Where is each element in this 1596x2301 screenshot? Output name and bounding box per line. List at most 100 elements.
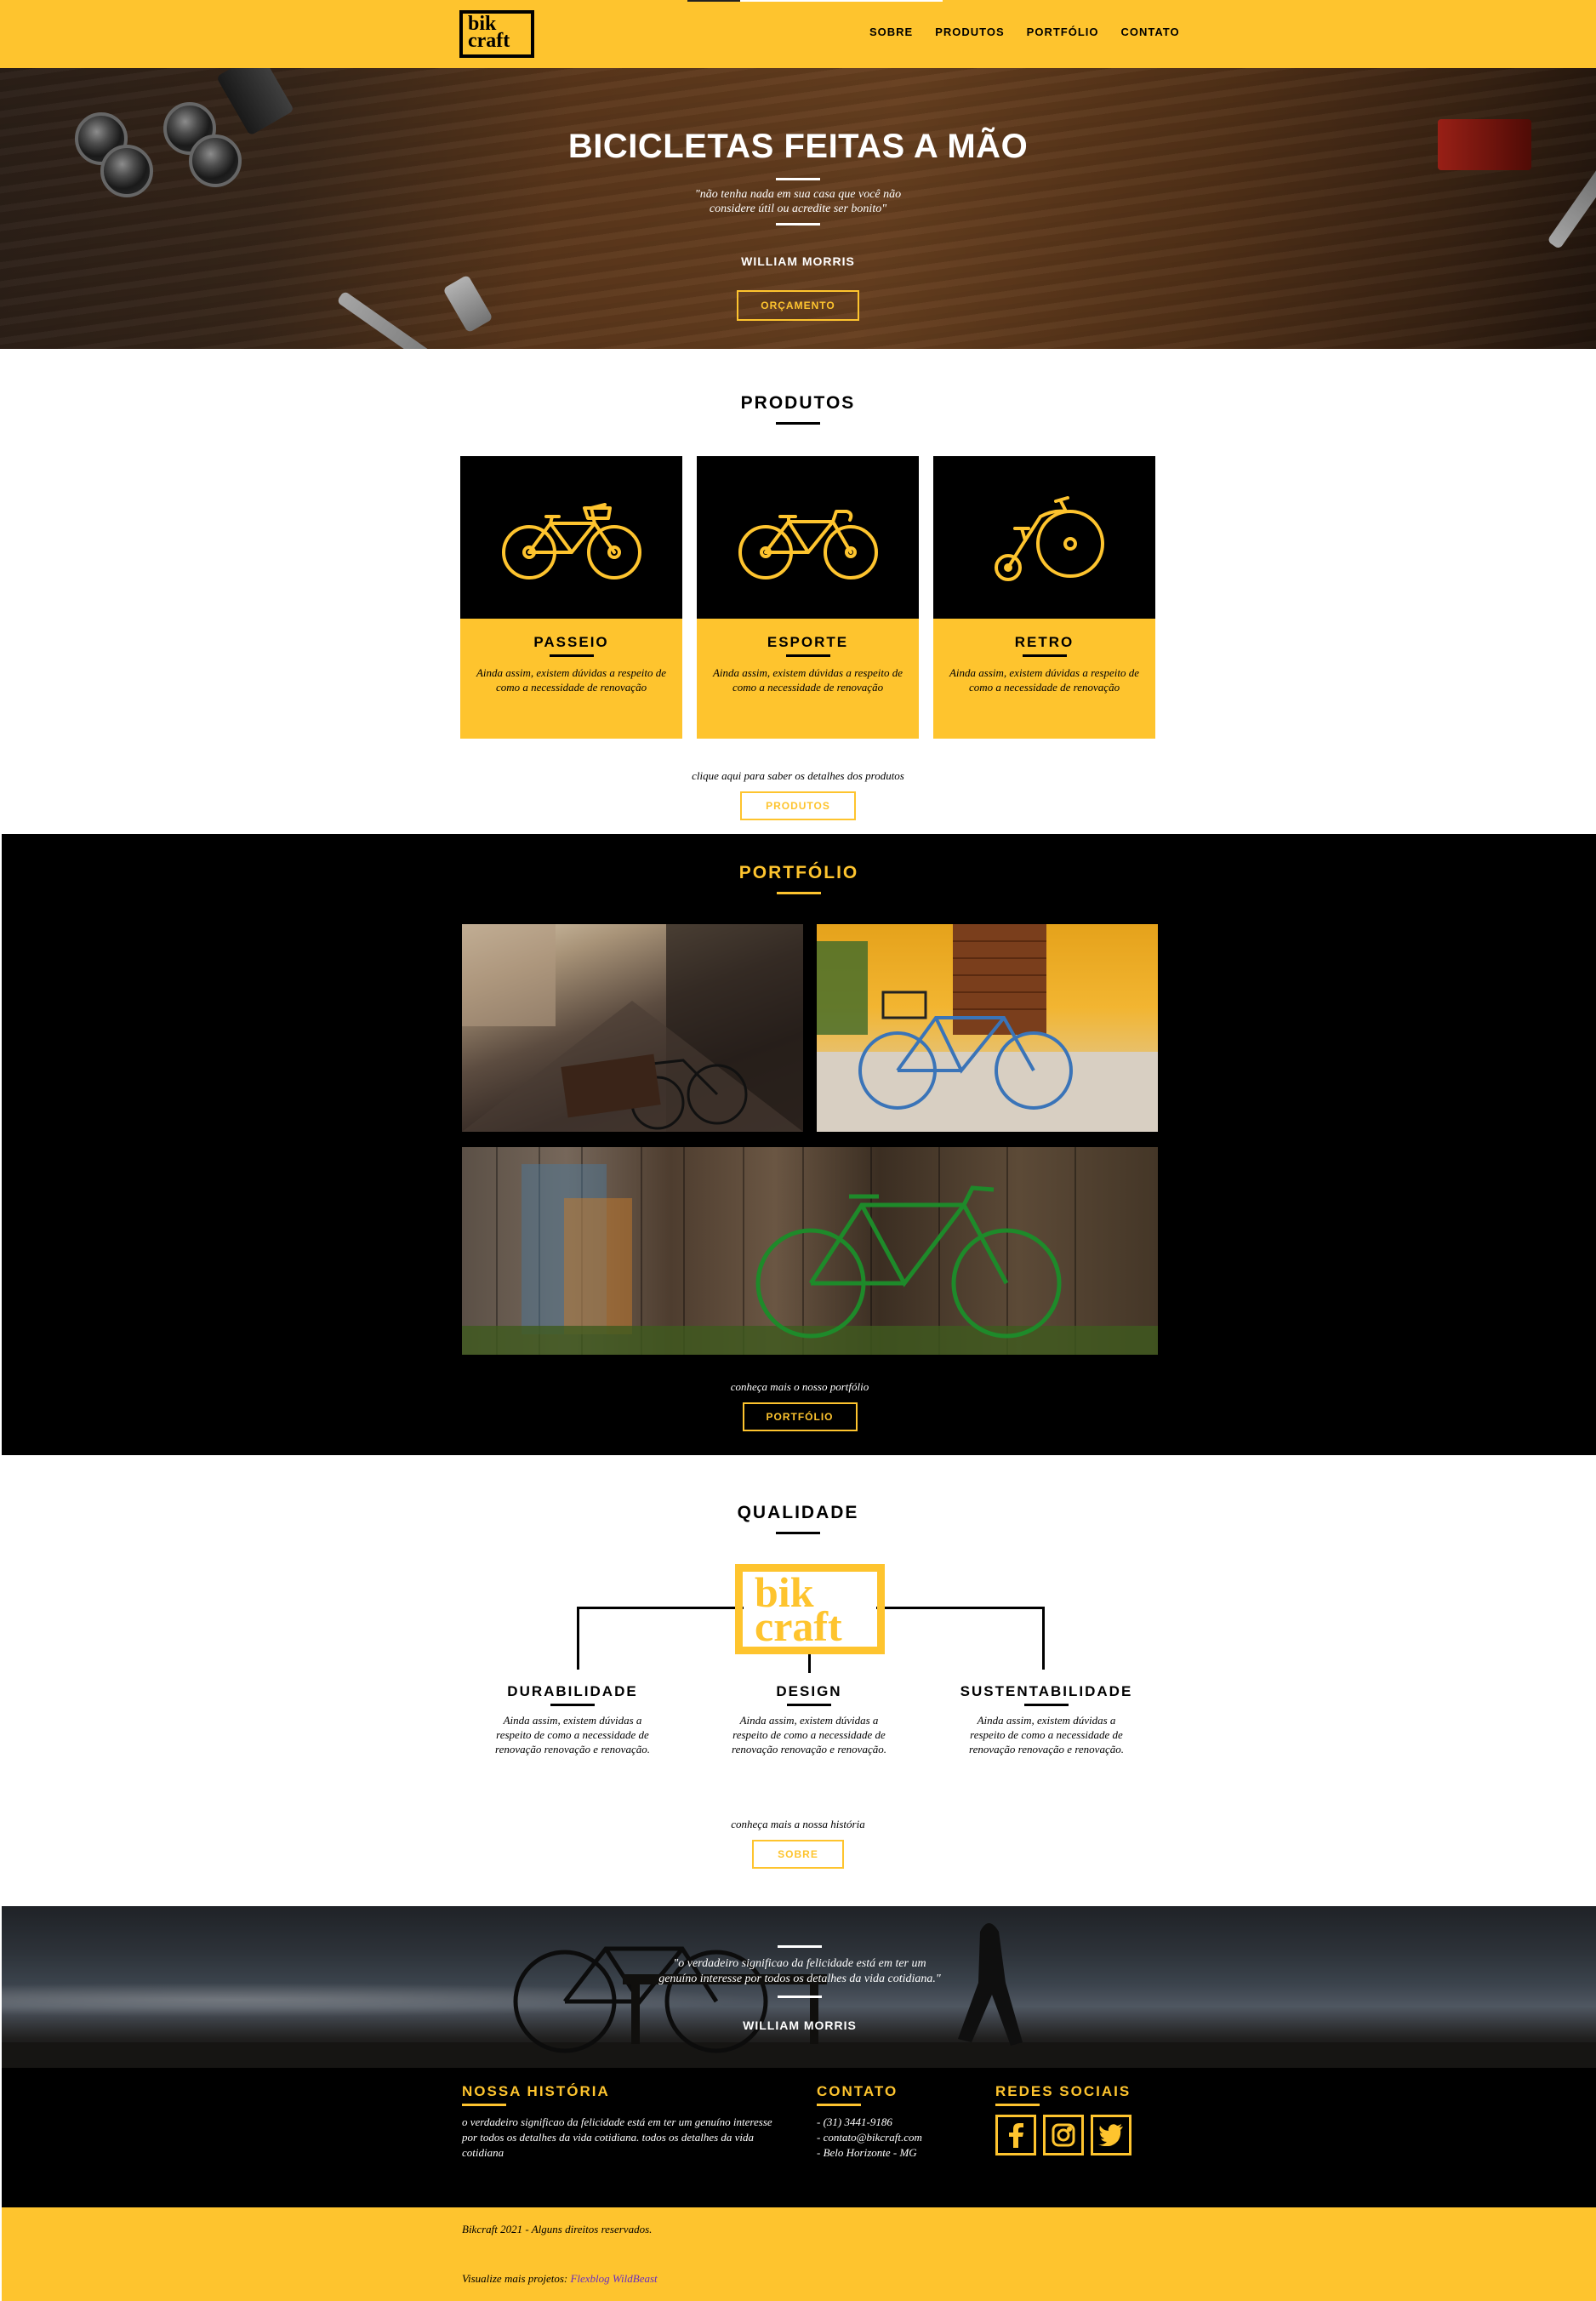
hero-divider <box>776 178 820 180</box>
footer-historia: NOSSA HISTÓRIA o verdadeiro significao d… <box>462 2083 785 2161</box>
main-nav: SOBRE PRODUTOS PORTFÓLIO CONTATO <box>869 26 1180 38</box>
card-divider <box>1022 654 1067 657</box>
qualidade-cta: conheça mais a nossa história SOBRE <box>0 1818 1596 1869</box>
feature-divider <box>1024 1704 1069 1706</box>
footer-redes: REDES SOCIAIS <box>995 2083 1166 2155</box>
section-divider <box>776 422 820 425</box>
qualidade-section: QUALIDADE bik craft DURABILIDADE Ainda a… <box>0 1455 1596 1906</box>
product-card-title: ESPORTE <box>767 634 849 650</box>
contact-address: - Belo Horizonte - MG <box>817 2146 917 2159</box>
feature-design: DESIGN Ainda assim, existem dúvidas a re… <box>724 1683 894 1756</box>
hero-content: BICICLETAS FEITAS A MÃO "não tenha nada … <box>0 128 1596 321</box>
nav-link-sobre[interactable]: SOBRE <box>869 26 913 38</box>
qualidade-title: QUALIDADE <box>737 1503 859 1522</box>
feature-divider <box>787 1704 831 1706</box>
hero-quote: "não tenha nada em sua casa que você não… <box>694 188 902 215</box>
product-card-text: Ainda assim, existem dúvidas a respeito … <box>949 666 1139 694</box>
feature-title: DURABILIDADE <box>507 1683 638 1699</box>
footer-historia-text: o verdadeiro significao da felicidade es… <box>462 2115 772 2159</box>
banner-divider <box>778 1996 822 1998</box>
feature-text: Ainda assim, existem dúvidas a respeito … <box>969 1714 1124 1756</box>
feature-text: Ainda assim, existem dúvidas a respeito … <box>495 1714 650 1756</box>
projects-link[interactable]: Flexblog WildBeast <box>570 2272 657 2285</box>
quote-banner: "o verdadeiro significao da felicidade e… <box>2 1906 1596 2068</box>
portfolio-cta-text: conheça mais o nosso portfólio <box>730 1380 869 1393</box>
qualidade-logo-line-2: craft <box>755 1602 842 1650</box>
product-card-title: RETRO <box>1014 634 1074 650</box>
hero-banner: BICICLETAS FEITAS A MÃO "não tenha nada … <box>0 68 1596 349</box>
product-card-title: PASSEIO <box>533 634 609 650</box>
feature-title: DESIGN <box>776 1683 842 1699</box>
footer-redes-title: REDES SOCIAIS <box>995 2083 1131 2099</box>
portfolio-photo-blue-bike[interactable] <box>817 924 1158 1132</box>
feature-text: Ainda assim, existem dúvidas a respeito … <box>732 1714 886 1756</box>
feature-divider <box>550 1704 595 1706</box>
product-card-retro[interactable]: RETRO Ainda assim, existem dúvidas a res… <box>933 456 1155 739</box>
produtos-cta-text: clique aqui para saber os detalhes dos p… <box>692 769 904 782</box>
tree-connector <box>808 1654 811 1673</box>
product-card-image <box>697 456 919 619</box>
social-links <box>995 2115 1166 2155</box>
product-card-body: RETRO Ainda assim, existem dúvidas a res… <box>933 619 1155 739</box>
feature-durabilidade: DURABILIDADE Ainda assim, existem dúvida… <box>487 1683 658 1756</box>
section-divider <box>776 1532 820 1534</box>
tree-connector <box>577 1607 744 1609</box>
footer-divider <box>817 2104 861 2106</box>
banner-quote: "o verdadeiro significao da felicidade e… <box>658 1957 941 1985</box>
footer-contato-title: CONTATO <box>817 2083 898 2099</box>
tree-connector <box>1042 1607 1045 1670</box>
green-bike-illustration <box>462 1164 1158 1355</box>
facebook-icon[interactable] <box>995 2115 1036 2155</box>
hero-divider <box>776 223 820 226</box>
feature-title: SUSTENTABILIDADE <box>960 1683 1133 1699</box>
street-bikes-illustration <box>462 924 803 1132</box>
produtos-cta: clique aqui para saber os detalhes dos p… <box>0 769 1596 820</box>
orcamento-button[interactable]: ORÇAMENTO <box>737 290 859 321</box>
logo[interactable]: bik craft <box>459 10 534 58</box>
card-divider <box>785 654 830 657</box>
top-scroll-indicator-thumb <box>687 0 740 2</box>
projects-prefix: Visualize mais projetos: <box>462 2272 571 2285</box>
footer-divider <box>995 2104 1040 2106</box>
footer-contato: CONTATO - (31) 3441-9186 - contato@bikcr… <box>817 2083 970 2161</box>
contact-email[interactable]: - contato@bikcraft.com <box>817 2130 970 2145</box>
nav-link-contato[interactable]: CONTATO <box>1121 26 1180 38</box>
produtos-title: PRODUTOS <box>740 393 856 413</box>
qualidade-logo: bik craft <box>735 1564 885 1654</box>
product-card-image <box>933 456 1155 619</box>
road-bike-icon <box>738 509 878 580</box>
product-card-esporte[interactable]: ESPORTE Ainda assim, existem dúvidas a r… <box>697 456 919 739</box>
copyright-bar: Bikcraft 2021 - Alguns direitos reservad… <box>2 2207 1596 2301</box>
product-card-image <box>460 456 682 619</box>
site-header: bik craft SOBRE PRODUTOS PORTFÓLIO CONTA… <box>0 0 1596 68</box>
produtos-section: PRODUTOS PASSEIO Ainda assim, existem dú… <box>0 349 1596 834</box>
portfolio-title: PORTFÓLIO <box>738 863 859 882</box>
feature-sustentabilidade: SUSTENTABILIDADE Ainda assim, existem dú… <box>960 1683 1133 1756</box>
banner-content: "o verdadeiro significao da felicidade e… <box>2 1945 1596 2032</box>
portfolio-photo-street-bikes[interactable] <box>462 924 803 1132</box>
sobre-button[interactable]: SOBRE <box>752 1840 844 1869</box>
card-divider <box>549 654 594 657</box>
product-card-body: ESPORTE Ainda assim, existem dúvidas a r… <box>697 619 919 739</box>
copyright-text: Bikcraft 2021 - Alguns direitos reservad… <box>462 2223 653 2235</box>
instagram-icon[interactable] <box>1043 2115 1084 2155</box>
twitter-icon[interactable] <box>1091 2115 1131 2155</box>
nav-link-produtos[interactable]: PRODUTOS <box>935 26 1004 38</box>
hero-title: BICICLETAS FEITAS A MÃO <box>567 128 1029 165</box>
city-bike-icon <box>501 502 641 580</box>
portfolio-button[interactable]: PORTFÓLIO <box>742 1402 858 1431</box>
portfolio-cta: conheça mais o nosso portfólio PORTFÓLIO <box>2 1380 1596 1431</box>
nav-link-portfolio[interactable]: PORTFÓLIO <box>1027 26 1099 38</box>
produtos-button[interactable]: PRODUTOS <box>740 791 856 820</box>
footer-historia-title: NOSSA HISTÓRIA <box>462 2083 610 2099</box>
site-footer: NOSSA HISTÓRIA o verdadeiro significao d… <box>2 2068 1596 2207</box>
portfolio-section: PORTFÓLIO conheça mais o nosso portfólio… <box>2 834 1596 1455</box>
portfolio-photo-green-bike[interactable] <box>462 1147 1158 1355</box>
product-cards: PASSEIO Ainda assim, existem dúvidas a r… <box>460 456 1155 739</box>
product-card-passeio[interactable]: PASSEIO Ainda assim, existem dúvidas a r… <box>460 456 682 739</box>
blue-bike-illustration <box>817 924 1158 1132</box>
projects-line: Visualize mais projetos: Flexblog WildBe… <box>462 2272 658 2286</box>
product-card-body: PASSEIO Ainda assim, existem dúvidas a r… <box>460 619 682 739</box>
hero-author: WILLIAM MORRIS <box>741 254 855 268</box>
contact-phone[interactable]: - (31) 3441-9186 <box>817 2115 970 2130</box>
